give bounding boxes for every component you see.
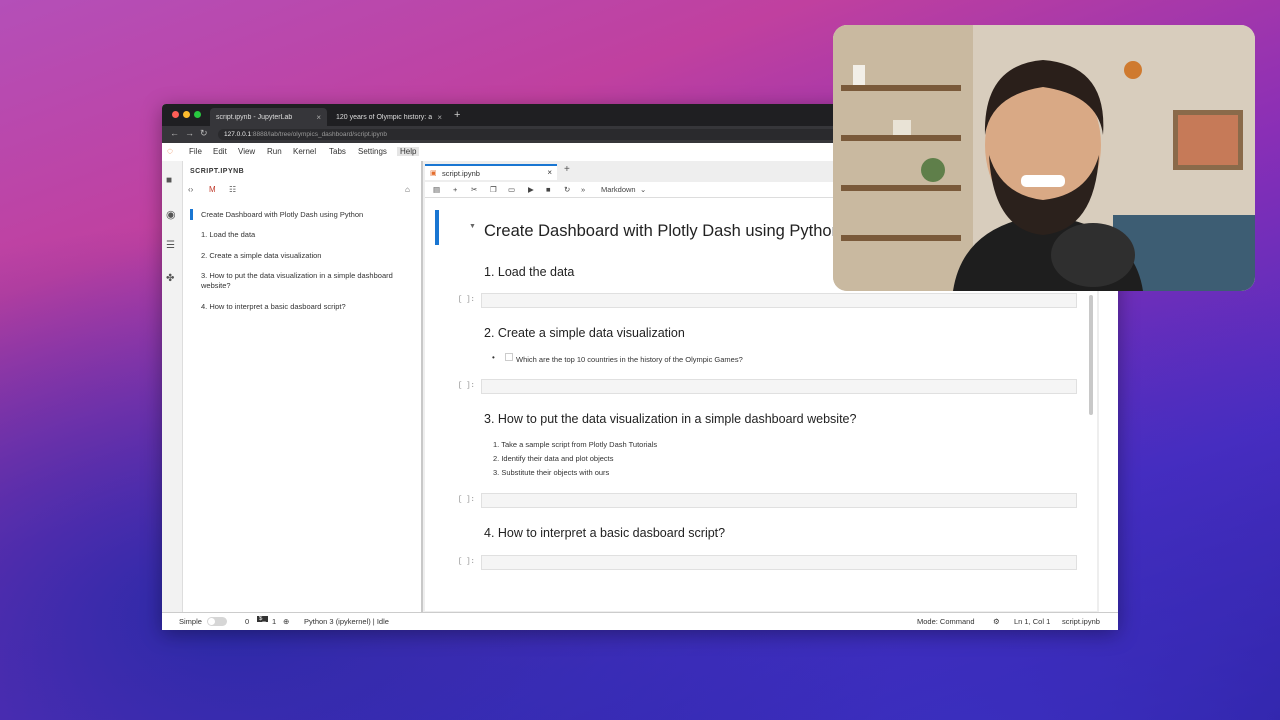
close-tab-icon[interactable]: × [316, 113, 321, 122]
cursor-position[interactable]: Ln 1, Col 1 [1014, 617, 1050, 626]
toc-item[interactable]: 2. Create a simple data visualization [201, 251, 321, 261]
checkbox-icon [505, 353, 513, 361]
notebook-tab-title: script.ipynb [442, 169, 480, 178]
back-icon[interactable]: ← [170, 128, 179, 138]
cell-prompt: [ ]: [458, 496, 475, 504]
status-bar: Simple 0 $_ 1 ⊕ Python 3 (ipykernel) | I… [162, 612, 1118, 630]
menu-kernel[interactable]: Kernel [293, 147, 316, 156]
scrollbar[interactable] [1089, 295, 1093, 415]
stop-icon[interactable]: ■ [546, 185, 551, 194]
toc-item[interactable]: 4. How to interpret a basic dasboard scr… [201, 302, 346, 312]
folder-icon[interactable]: ■ [166, 175, 172, 186]
url-host: 127.0.0.1 [224, 131, 252, 138]
menu-help[interactable]: Help [397, 147, 420, 156]
active-cell-marker [435, 210, 439, 245]
menu-edit[interactable]: Edit [213, 147, 227, 156]
menu-view[interactable]: View [238, 147, 255, 156]
webcam-overlay [833, 25, 1255, 291]
tag-icon[interactable]: ⌂ [405, 185, 410, 194]
menu-file[interactable]: File [189, 147, 202, 156]
code-cell[interactable] [481, 379, 1077, 394]
toc-item[interactable]: Create Dashboard with Plotly Dash using … [201, 210, 363, 220]
list-item: 2. Identify their data and plot objects [493, 454, 614, 463]
section-heading: 3. How to put the data visualization in … [484, 412, 857, 426]
kernel-count: 1 [272, 617, 277, 626]
jupyter-logo-icon: ◌ [167, 146, 173, 157]
running-icon[interactable]: ◉ [166, 208, 176, 221]
url-path: :8888/lab/tree/olympics_dashboard/script… [251, 131, 387, 138]
forward-icon[interactable]: → [185, 128, 194, 138]
cell-type-select[interactable]: Markdown [601, 185, 636, 194]
notebook-icon: ▣ [430, 170, 437, 177]
menu-settings[interactable]: Settings [358, 147, 387, 156]
cell-prompt: [ ]: [458, 558, 475, 566]
tab-title: 120 years of Olympic history: a [336, 113, 432, 121]
toc-item[interactable]: 1. Load the data [201, 230, 255, 240]
close-window-button[interactable] [172, 111, 179, 118]
code-toggle-icon[interactable]: ‹› [188, 185, 193, 194]
paste-icon[interactable]: ▭ [508, 185, 515, 194]
tab-title: script.ipynb - JupyterLab [216, 113, 293, 121]
close-notebook-icon[interactable]: × [547, 168, 552, 177]
restart-icon[interactable]: ↻ [564, 185, 570, 194]
toggle-knob [208, 618, 215, 625]
cut-icon[interactable]: ✂ [471, 185, 477, 194]
simple-mode-toggle[interactable] [207, 617, 227, 626]
new-tab-button[interactable]: + [454, 109, 460, 121]
left-sidebar-strip: ■ ◉ ☰ ✤ [162, 161, 183, 612]
close-tab-icon[interactable]: × [437, 113, 442, 122]
minimize-window-button[interactable] [183, 111, 190, 118]
file-name: script.ipynb [1062, 617, 1100, 626]
browser-tab-jupyter[interactable]: script.ipynb - JupyterLab × [210, 108, 327, 126]
section-heading: 2. Create a simple data visualization [484, 326, 685, 340]
simple-mode-label: Simple [179, 617, 202, 626]
browser-tab-kaggle[interactable]: 120 years of Olympic history: a × [330, 108, 448, 126]
terminal-icon[interactable]: $_ [257, 616, 268, 622]
globe-icon[interactable]: ⊕ [283, 617, 289, 626]
mode-status: Mode: Command [917, 617, 975, 626]
new-launcher-button[interactable]: + [564, 164, 570, 175]
chevron-down-icon[interactable]: ⌄ [640, 185, 646, 194]
copy-icon[interactable]: ❐ [490, 185, 497, 194]
list-item: 3. Substitute their objects with ours [493, 468, 610, 477]
notebook-tab[interactable]: ▣ script.ipynb × [425, 164, 557, 180]
code-cell[interactable] [481, 555, 1077, 570]
numbering-toggle-icon[interactable]: ☷ [229, 185, 236, 194]
settings-icon[interactable]: ⚙ [993, 617, 1000, 626]
insert-cell-icon[interactable]: + [453, 185, 457, 194]
terminal-count: 0 [245, 617, 250, 626]
section-heading: 1. Load the data [484, 265, 575, 279]
toc-item[interactable]: 3. How to put the data visualization in … [201, 271, 397, 291]
webcam-image [833, 25, 1255, 291]
cell-prompt: [ ]: [458, 382, 475, 390]
save-icon[interactable]: ▤ [433, 185, 440, 194]
toc-header: SCRIPT.IPYNB [190, 168, 245, 175]
code-cell[interactable] [481, 493, 1077, 508]
markdown-toggle-icon[interactable]: M [209, 185, 216, 194]
run-icon[interactable]: ▶ [528, 185, 534, 194]
section-heading: 4. How to interpret a basic dasboard scr… [484, 526, 726, 540]
zoom-window-button[interactable] [194, 111, 201, 118]
menu-tabs[interactable]: Tabs [329, 147, 346, 156]
fast-forward-icon[interactable]: » [581, 185, 585, 194]
bullet-icon: • [492, 353, 495, 362]
extension-icon[interactable]: ✤ [166, 273, 174, 284]
code-cell[interactable] [481, 293, 1077, 308]
reload-icon[interactable]: ↻ [200, 128, 208, 139]
list-item: 1. Take a sample script from Plotly Dash… [493, 440, 658, 449]
menu-run[interactable]: Run [267, 147, 282, 156]
collapse-caret-icon[interactable]: ▼ [469, 223, 476, 230]
table-of-contents: SCRIPT.IPYNB ‹› M ☷ ⌂ Create Dashboard w… [183, 161, 423, 612]
bullet-text: Which are the top 10 countries in the hi… [516, 355, 743, 364]
cell-prompt: [ ]: [458, 296, 475, 304]
kernel-status[interactable]: Python 3 (ipykernel) | Idle [304, 617, 389, 626]
toc-icon[interactable]: ☰ [166, 240, 175, 251]
notebook-title: Create Dashboard with Plotly Dash using … [484, 222, 841, 240]
toc-selection-marker [190, 209, 193, 220]
